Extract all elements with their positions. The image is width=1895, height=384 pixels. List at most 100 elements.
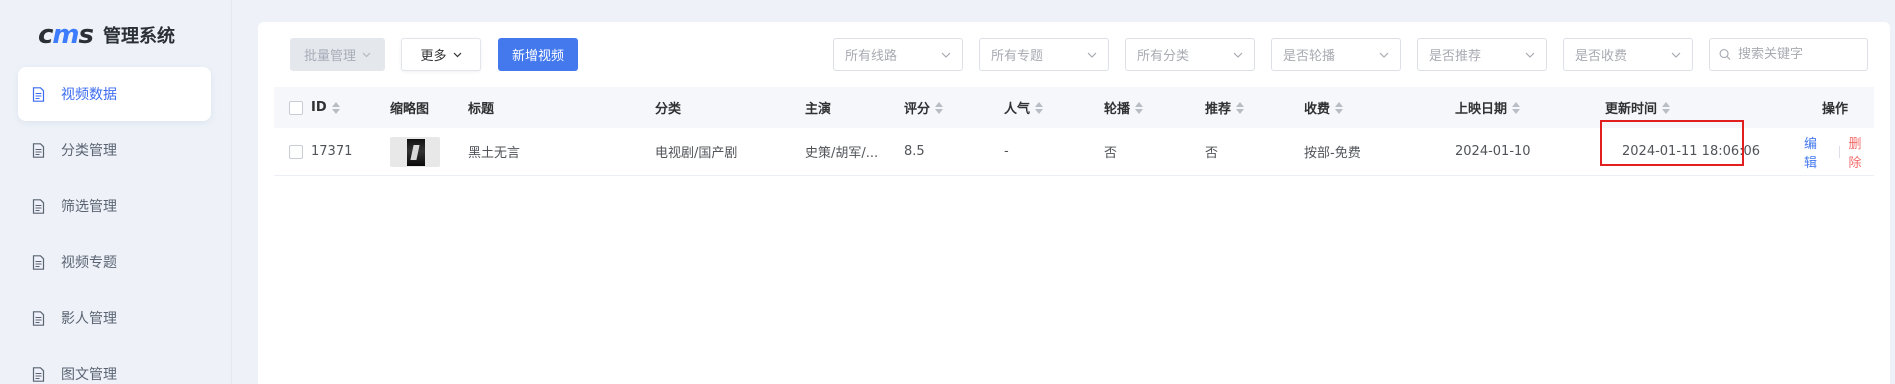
cell-actor: 史策/胡军/... — [805, 146, 879, 161]
sidebar-item-articles[interactable]: 图文管理 — [18, 347, 211, 384]
more-button[interactable]: 更多 — [401, 38, 481, 71]
cell-updated: 2024-01-11 18:06:06 — [1622, 144, 1761, 159]
cell-score: 8.5 — [904, 144, 925, 159]
select-placeholder: 所有线路 — [845, 49, 898, 64]
app-title: 管理系统 — [103, 26, 175, 47]
column-label: 分类 — [655, 102, 682, 117]
select-placeholder: 是否收费 — [1575, 49, 1628, 64]
column-header-release[interactable]: 上映日期 — [1455, 87, 1521, 128]
delete-link[interactable]: 删除 — [1849, 133, 1875, 171]
ops-divider — [1838, 145, 1840, 158]
column-header-recommend[interactable]: 推荐 — [1205, 87, 1245, 128]
sidebar-item-label: 图文管理 — [61, 367, 117, 383]
column-header-category: 分类 — [655, 87, 681, 128]
column-header-fee[interactable]: 收费 — [1304, 87, 1344, 128]
batch-manage-button[interactable]: 批量管理 — [290, 38, 385, 71]
add-video-label: 新增视频 — [511, 49, 564, 64]
document-icon — [32, 310, 45, 326]
row-select-cell — [289, 128, 303, 175]
cell-carousel: 否 — [1104, 146, 1118, 161]
cell-ops: 编辑 删除 — [1804, 128, 1874, 175]
more-label: 更多 — [420, 49, 447, 64]
column-header-actor: 主演 — [805, 87, 831, 128]
sidebar-item-people[interactable]: 影人管理 — [18, 291, 211, 345]
sort-icon[interactable] — [1236, 101, 1245, 115]
sidebar-item-label: 影人管理 — [61, 311, 117, 327]
column-label: 更新时间 — [1605, 102, 1658, 117]
column-header-id[interactable]: ID — [311, 87, 340, 128]
topic-filter-select[interactable]: 所有专题 — [979, 38, 1109, 71]
chevron-down-icon — [1233, 52, 1243, 58]
sidebar-item-category[interactable]: 分类管理 — [18, 123, 211, 177]
table-row[interactable]: 17371 黑土无言 电视剧/国产剧 史策/胡军/... 8.5 - 否 否 按… — [274, 128, 1874, 176]
select-placeholder: 是否轮播 — [1283, 49, 1336, 64]
search-icon — [1719, 49, 1731, 60]
edit-link[interactable]: 编辑 — [1804, 133, 1830, 171]
sort-icon[interactable] — [1035, 101, 1044, 115]
sidebar: cms 管理系统 视频数据 分类管理 筛选管理 视频专题 影人管理 图文管理 — [0, 0, 232, 384]
sidebar-item-label: 视频专题 — [61, 255, 117, 271]
chevron-down-icon — [1087, 52, 1097, 58]
column-label: 标题 — [468, 102, 495, 117]
cell-thumb — [390, 128, 440, 175]
sidebar-item-label: 视频数据 — [61, 87, 117, 103]
select-placeholder: 是否推荐 — [1429, 49, 1482, 64]
search-input[interactable] — [1738, 47, 1858, 62]
category-filter-select[interactable]: 所有分类 — [1125, 38, 1255, 71]
cell-fee: 按部-免费 — [1304, 146, 1361, 161]
column-header-score[interactable]: 评分 — [904, 87, 944, 128]
select-all-cell — [289, 87, 303, 128]
column-header-thumb: 缩略图 — [390, 87, 429, 128]
sidebar-item-topic[interactable]: 视频专题 — [18, 235, 211, 289]
column-label: 上映日期 — [1455, 102, 1508, 117]
column-label: 评分 — [904, 102, 931, 117]
main-panel: 批量管理 更多 新增视频 所有线路 所有专题 所有分类 是否轮播 是否推荐 是否… — [258, 22, 1890, 384]
column-label: 轮播 — [1104, 102, 1131, 117]
sort-icon[interactable] — [331, 101, 340, 115]
carousel-filter-select[interactable]: 是否轮播 — [1271, 38, 1401, 71]
sort-icon[interactable] — [1512, 101, 1521, 115]
row-checkbox[interactable] — [289, 144, 303, 159]
cell-popularity: - — [1004, 144, 1009, 159]
add-video-button[interactable]: 新增视频 — [498, 38, 578, 71]
chevron-down-icon — [453, 52, 461, 57]
column-label: 人气 — [1004, 102, 1031, 117]
chevron-down-icon — [941, 52, 951, 58]
column-header-popularity[interactable]: 人气 — [1004, 87, 1044, 128]
column-label: 操作 — [1822, 102, 1849, 117]
select-placeholder: 所有分类 — [1137, 49, 1190, 64]
cms-logo-mark: cms — [38, 20, 94, 50]
column-label: 收费 — [1304, 102, 1331, 117]
cell-release: 2024-01-10 — [1455, 144, 1531, 159]
column-header-ops: 操作 — [1822, 87, 1848, 128]
column-label: ID — [311, 100, 327, 115]
app-logo[interactable]: cms 管理系统 — [38, 18, 175, 52]
column-label: 主演 — [805, 102, 832, 117]
column-header-updated[interactable]: 更新时间 — [1605, 87, 1671, 128]
document-icon — [32, 254, 45, 270]
cell-category: 电视剧/国产剧 — [655, 146, 738, 161]
column-header-carousel[interactable]: 轮播 — [1104, 87, 1144, 128]
sort-icon[interactable] — [935, 101, 944, 115]
sidebar-item-video-data[interactable]: 视频数据 — [18, 67, 211, 121]
chevron-down-icon — [1379, 52, 1389, 58]
sort-icon[interactable] — [1135, 101, 1144, 115]
sort-icon[interactable] — [1335, 101, 1344, 115]
column-header-title: 标题 — [468, 87, 494, 128]
chevron-down-icon — [1671, 52, 1681, 58]
search-box[interactable] — [1709, 38, 1868, 71]
line-filter-select[interactable]: 所有线路 — [833, 38, 963, 71]
select-all-checkbox[interactable] — [289, 100, 303, 115]
recommend-filter-select[interactable]: 是否推荐 — [1417, 38, 1547, 71]
sort-icon[interactable] — [1662, 101, 1671, 115]
video-thumbnail[interactable] — [390, 136, 440, 167]
cell-recommend: 否 — [1205, 146, 1219, 161]
chevron-down-icon — [362, 52, 371, 57]
sidebar-item-label: 分类管理 — [61, 143, 117, 159]
sidebar-item-label: 筛选管理 — [61, 199, 117, 215]
column-label: 推荐 — [1205, 102, 1232, 117]
sidebar-item-filter[interactable]: 筛选管理 — [18, 179, 211, 233]
cell-id: 17371 — [311, 144, 353, 159]
fee-filter-select[interactable]: 是否收费 — [1563, 38, 1693, 71]
chevron-down-icon — [1525, 52, 1535, 58]
